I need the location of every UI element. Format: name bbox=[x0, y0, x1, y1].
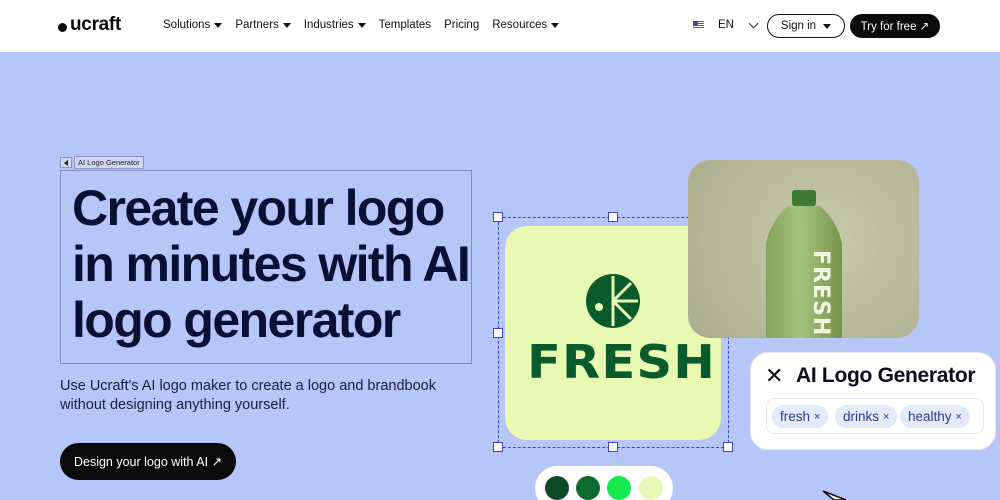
keyword-tag[interactable]: fresh × bbox=[772, 405, 829, 428]
top-navbar: ucraft Solutions Partners Industries Tem… bbox=[0, 0, 1000, 52]
sign-in-button[interactable]: Sign in bbox=[767, 14, 845, 38]
resize-handle[interactable] bbox=[493, 328, 503, 338]
remove-tag-icon[interactable]: × bbox=[883, 411, 889, 423]
resize-handle[interactable] bbox=[493, 212, 503, 222]
menu-resources[interactable]: Resources bbox=[492, 19, 560, 31]
remove-tag-icon[interactable]: × bbox=[956, 411, 962, 423]
color-swatch[interactable] bbox=[639, 476, 663, 500]
ucraft-logo[interactable]: ucraft bbox=[58, 14, 121, 36]
resize-handle[interactable] bbox=[608, 212, 618, 222]
caret-down-icon bbox=[823, 23, 832, 29]
try-for-free-button[interactable]: Try for free ↗ bbox=[850, 14, 940, 38]
hero-description: Use Ucraft's AI logo maker to create a l… bbox=[60, 378, 436, 413]
tag-label: healthy bbox=[908, 409, 952, 424]
tag-label: drinks bbox=[843, 409, 880, 424]
resize-handle[interactable] bbox=[493, 442, 503, 452]
menu-industries[interactable]: Industries bbox=[304, 19, 366, 31]
menu-partners[interactable]: Partners bbox=[235, 19, 291, 31]
logo-wordmark: FRESH bbox=[527, 335, 716, 389]
menu-label: Pricing bbox=[444, 19, 480, 31]
menu-label: Industries bbox=[303, 19, 354, 31]
back-arrow-icon[interactable] bbox=[60, 157, 72, 168]
menu-label: Resources bbox=[492, 19, 548, 31]
logo-dot-icon bbox=[58, 22, 67, 32]
keyword-input[interactable]: fresh × drinks × healthy × bbox=[766, 398, 984, 434]
lime-slice-icon bbox=[586, 274, 640, 328]
close-icon[interactable]: ✕ bbox=[765, 363, 783, 389]
resize-handle[interactable] bbox=[608, 442, 618, 452]
chevron-down-icon bbox=[748, 18, 759, 28]
caret-down-icon bbox=[357, 22, 366, 28]
remove-tag-icon[interactable]: × bbox=[814, 411, 820, 423]
tag-label: fresh bbox=[780, 409, 811, 424]
color-swatch[interactable] bbox=[545, 476, 569, 500]
menu-pricing[interactable]: Pricing bbox=[444, 19, 479, 31]
caret-down-icon bbox=[551, 22, 560, 28]
ai-generator-card: ✕ AI Logo Generator fresh × drinks × healt… bbox=[750, 352, 996, 450]
bottle-image: FRESH bbox=[766, 190, 842, 338]
menu-label: Partners bbox=[235, 19, 279, 31]
generator-title: AI Logo Generator bbox=[796, 364, 976, 387]
resize-handle[interactable] bbox=[723, 442, 733, 452]
breadcrumb-label: AI Logo Generator bbox=[74, 156, 144, 169]
brand-name: ucraft bbox=[70, 14, 121, 35]
sign-in-label: Sign in bbox=[780, 20, 817, 32]
keyword-tag[interactable]: healthy × bbox=[900, 405, 970, 428]
menu-label: Templates bbox=[378, 19, 432, 31]
keyword-tag[interactable]: drinks × bbox=[835, 405, 898, 428]
breadcrumb: AI Logo Generator bbox=[60, 156, 144, 169]
menu-label: Solutions bbox=[163, 19, 211, 31]
bottle-label: FRESH bbox=[808, 250, 833, 336]
language-label: EN bbox=[718, 19, 734, 31]
caret-down-icon bbox=[282, 22, 291, 28]
us-flag-icon bbox=[693, 21, 704, 29]
caret-down-icon bbox=[214, 22, 223, 28]
page-title: Create your logo in minutes with AI logo… bbox=[72, 180, 471, 348]
design-logo-button[interactable]: Design your logo with AI ↗ bbox=[60, 443, 236, 480]
color-swatch[interactable] bbox=[576, 476, 600, 500]
color-palette bbox=[535, 466, 673, 500]
product-photo: FRESH bbox=[688, 160, 919, 338]
cursor-icon bbox=[822, 490, 847, 500]
main-menu: Solutions Partners Industries Templates … bbox=[163, 19, 572, 31]
menu-solutions[interactable]: Solutions bbox=[163, 19, 223, 31]
color-swatch[interactable] bbox=[607, 476, 631, 500]
menu-templates[interactable]: Templates bbox=[379, 19, 431, 31]
language-selector[interactable]: EN bbox=[693, 18, 759, 31]
